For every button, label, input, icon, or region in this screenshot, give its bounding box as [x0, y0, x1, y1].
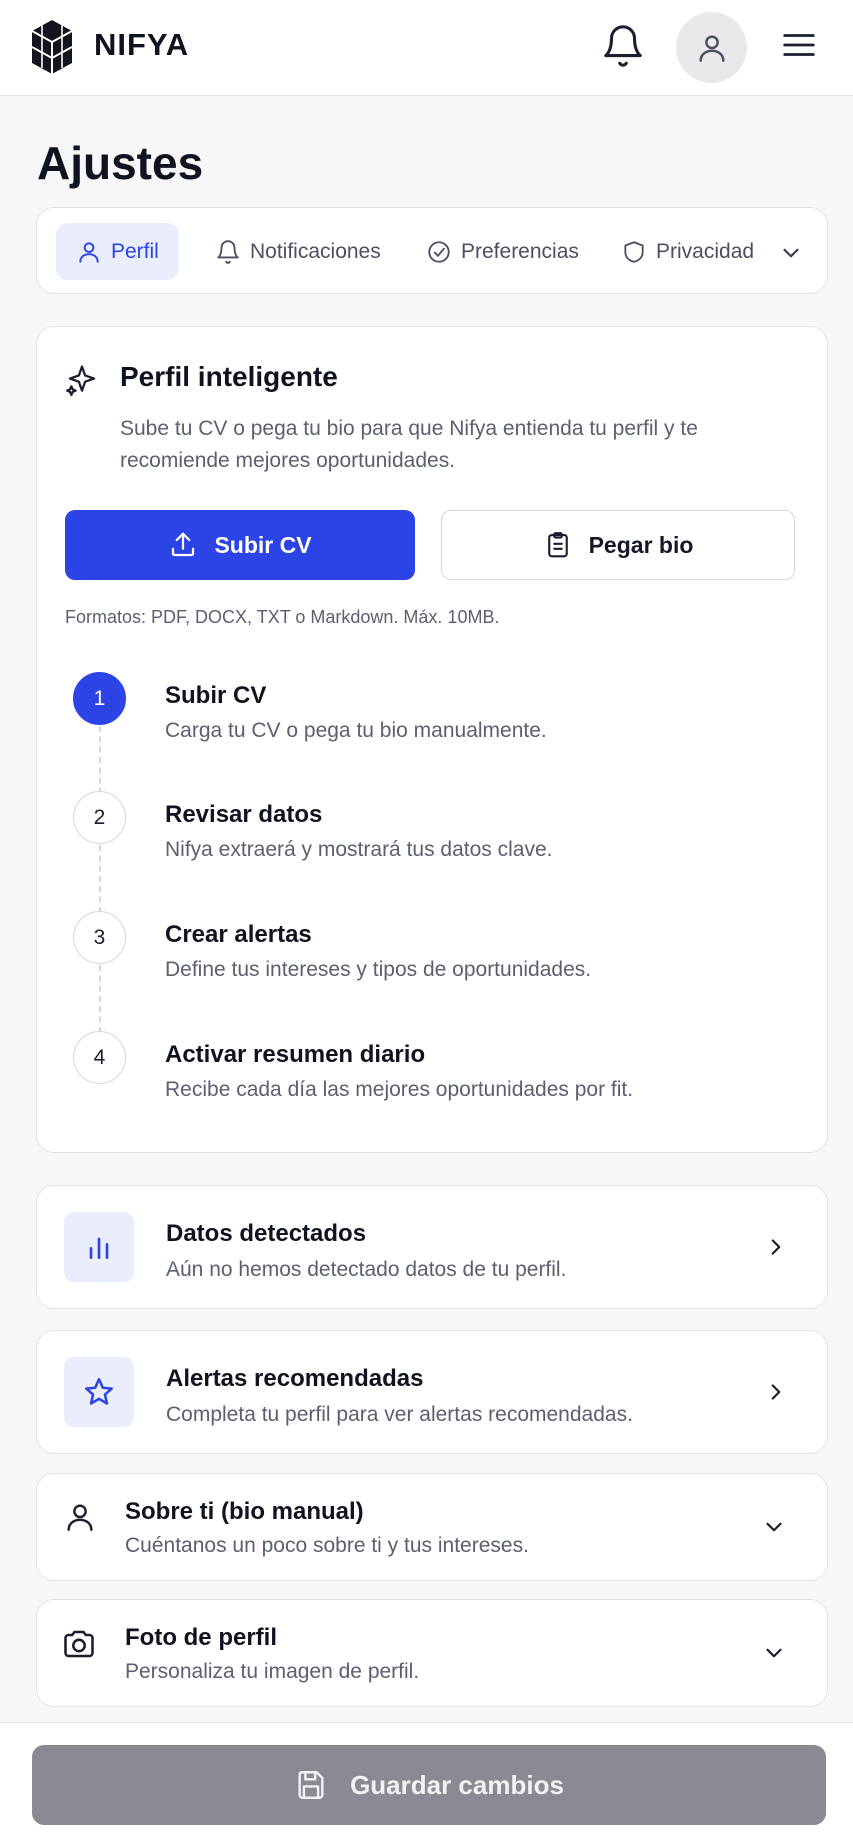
- bell-icon: [217, 239, 239, 264]
- shield-icon: [624, 240, 644, 263]
- profile-photo-description: Personaliza tu imagen de perfil.: [125, 1660, 420, 1683]
- tab-label: Preferencias: [461, 239, 579, 263]
- step-connector: [99, 965, 101, 1033]
- user-icon: [79, 241, 99, 263]
- bar-chart-icon: [64, 1212, 134, 1282]
- menu-icon[interactable]: [780, 26, 818, 64]
- step-title: Activar resumen diario: [165, 1041, 426, 1068]
- smart-profile-description: Sube tu CV o pega tu bio para que Nifya …: [120, 417, 698, 472]
- bio-manual-accordion[interactable]: Sobre ti (bio manual) Cuéntanos un poco …: [36, 1473, 828, 1581]
- sparkle-icon: [65, 363, 99, 397]
- step-connector: [99, 726, 101, 794]
- step-number-4: 4: [73, 1031, 126, 1084]
- step-number-1: 1: [73, 672, 126, 725]
- tab-label: Perfil: [111, 239, 159, 263]
- brand-name[interactable]: NIFYA: [94, 27, 189, 63]
- camera-icon: [61, 1626, 97, 1662]
- profile-photo-title: Foto de perfil: [125, 1624, 277, 1651]
- avatar[interactable]: [676, 12, 747, 83]
- user-icon: [698, 34, 725, 62]
- step-description: Define tus intereses y tipos de oportuni…: [165, 958, 592, 981]
- profile-photo-accordion[interactable]: Foto de perfil Personaliza tu imagen de …: [36, 1599, 828, 1707]
- bio-manual-title: Sobre ti (bio manual): [125, 1498, 364, 1525]
- tabs-more-chevron-down-icon[interactable]: [778, 240, 804, 266]
- paste-bio-label: Pegar bio: [588, 531, 694, 558]
- save-changes-button[interactable]: Guardar cambios: [32, 1745, 826, 1825]
- top-header: NIFYA: [0, 0, 853, 96]
- step-title: Crear alertas: [165, 921, 312, 948]
- recommended-alerts-title: Alertas recomendadas: [166, 1365, 424, 1392]
- page-title: Ajustes: [37, 137, 204, 189]
- settings-tabs: Perfil Notificaciones Preferencias Priva…: [36, 207, 828, 294]
- check-circle-icon: [428, 240, 450, 263]
- detected-data-title: Datos detectados: [166, 1220, 367, 1247]
- user-icon: [63, 1500, 97, 1534]
- footer-bar: Guardar cambios: [0, 1722, 853, 1844]
- chevron-right-icon: [763, 1379, 789, 1405]
- recommended-alerts-card[interactable]: Alertas recomendadas Completa tu perfil …: [36, 1330, 828, 1454]
- paste-bio-button[interactable]: Pegar bio: [441, 510, 795, 580]
- save-changes-label: Guardar cambios: [350, 1769, 564, 1800]
- step-title: Subir CV: [165, 682, 267, 709]
- bio-manual-description: Cuéntanos un poco sobre ti y tus interes…: [125, 1534, 529, 1557]
- upload-cv-button[interactable]: Subir CV: [65, 510, 415, 580]
- upload-cv-label: Subir CV: [214, 531, 312, 558]
- step-number-3: 3: [73, 911, 126, 964]
- step-description: Carga tu CV o pega tu bio manualmente.: [165, 719, 547, 742]
- star-icon: [64, 1357, 134, 1427]
- chevron-down-icon: [761, 1514, 787, 1540]
- chevron-right-icon: [763, 1234, 789, 1260]
- clipboard-icon: [547, 532, 568, 558]
- tab-privacidad[interactable]: Privacidad: [621, 223, 754, 280]
- detected-data-description: Aún no hemos detectado datos de tu perfi…: [166, 1258, 567, 1281]
- smart-profile-title: Perfil inteligente: [120, 361, 338, 392]
- step-description: Nifya extraerá y mostrará tus datos clav…: [165, 838, 553, 861]
- chevron-down-icon: [761, 1640, 787, 1666]
- formats-hint: Formatos: PDF, DOCX, TXT o Markdown. Máx…: [65, 607, 500, 627]
- nifya-logo-icon[interactable]: [28, 18, 76, 76]
- tab-preferencias[interactable]: Preferencias: [426, 223, 579, 280]
- step-number-2: 2: [73, 791, 126, 844]
- recommended-alerts-description: Completa tu perfil para ver alertas reco…: [166, 1403, 633, 1426]
- smart-profile-card: Perfil inteligente Sube tu CV o pega tu …: [36, 326, 828, 1153]
- tab-perfil[interactable]: Perfil: [56, 223, 179, 280]
- tab-label: Notificaciones: [250, 239, 381, 263]
- bell-icon[interactable]: [600, 23, 646, 69]
- step-title: Revisar datos: [165, 801, 323, 828]
- tab-notificaciones[interactable]: Notificaciones: [215, 223, 381, 280]
- step-description: Recibe cada día las mejores oportunidade…: [165, 1078, 634, 1101]
- upload-icon: [172, 532, 195, 557]
- save-icon: [298, 1771, 324, 1799]
- tab-label: Privacidad: [656, 239, 755, 263]
- detected-data-card[interactable]: Datos detectados Aún no hemos detectado …: [36, 1185, 828, 1309]
- step-connector: [99, 845, 101, 913]
